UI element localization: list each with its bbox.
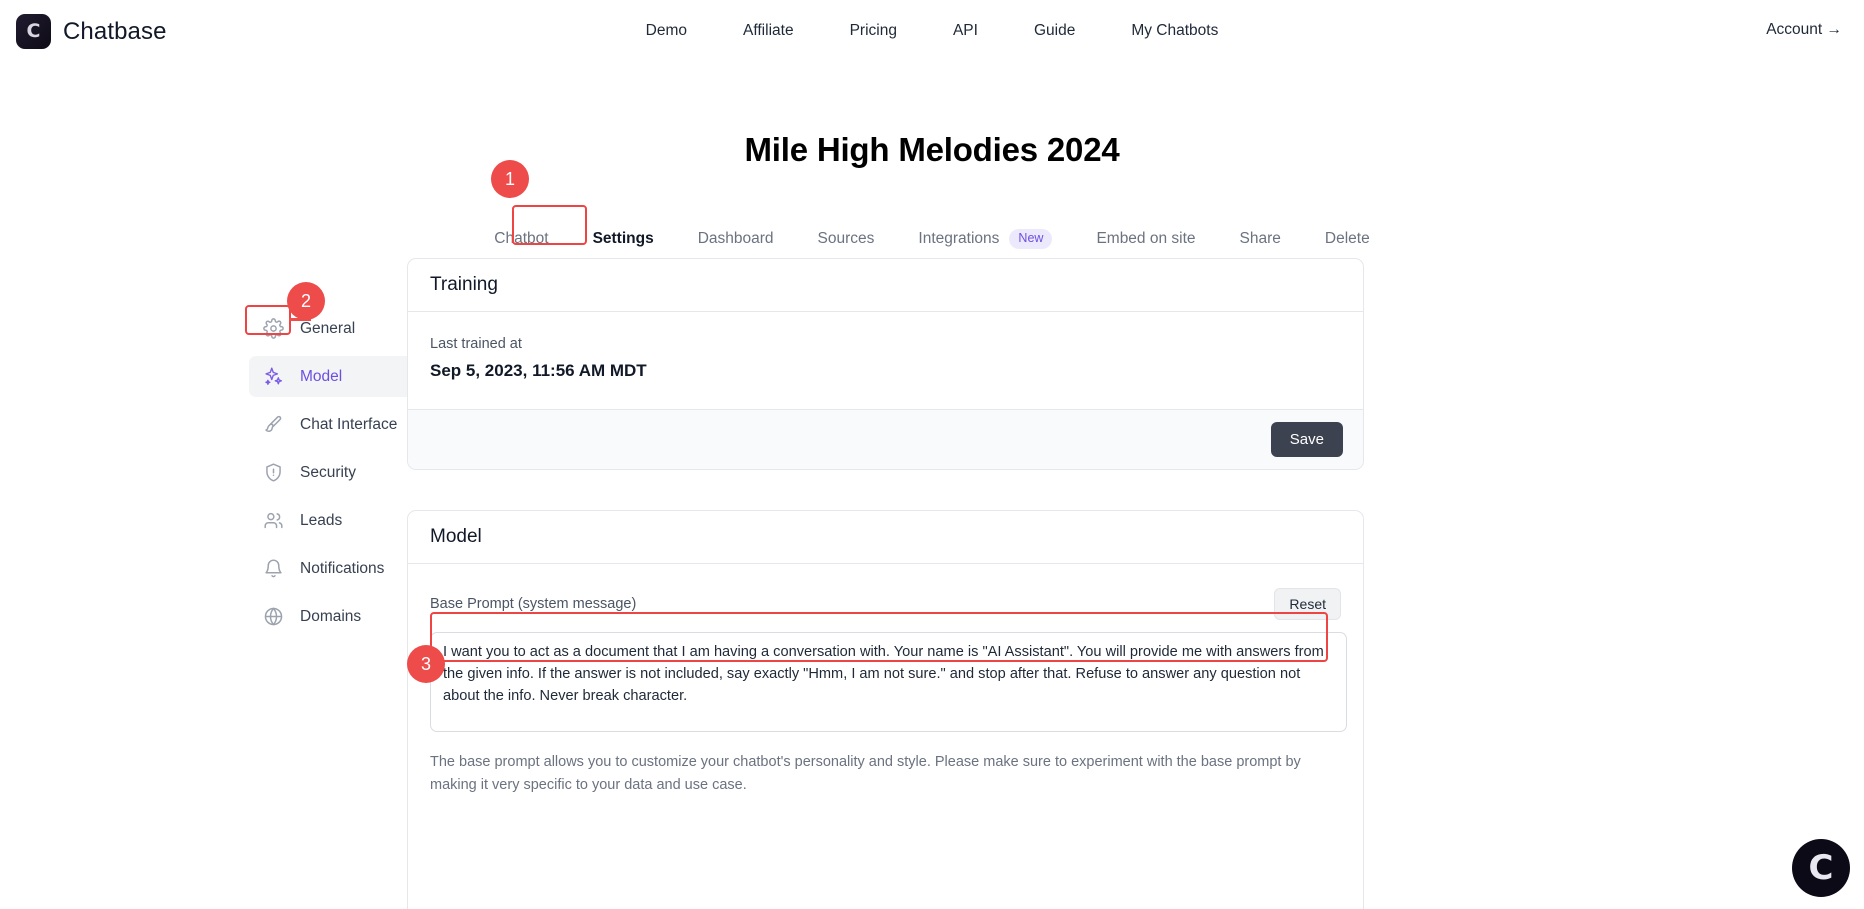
tab-settings[interactable]: Settings <box>571 226 676 261</box>
tab-sources[interactable]: Sources <box>796 226 897 252</box>
account-link[interactable]: Account → <box>1766 21 1842 39</box>
chat-widget-button[interactable]: C <box>1792 839 1850 897</box>
annotation-leg-1 <box>512 208 514 211</box>
base-prompt-textarea[interactable] <box>430 632 1347 732</box>
tab-label: Settings <box>592 229 654 247</box>
tab-label: Delete <box>1324 229 1370 247</box>
sidebar-item-label: Notifications <box>300 559 385 577</box>
tab-share[interactable]: Share <box>1218 226 1303 252</box>
top-navigation-bar: C Chatbase Demo Affiliate Pricing API Gu… <box>0 0 1864 70</box>
users-icon <box>264 512 283 529</box>
globe-icon <box>264 607 283 626</box>
sparkles-icon <box>265 367 282 385</box>
model-card-title: Model <box>408 511 1363 564</box>
tab-chatbot[interactable]: Chatbot <box>472 226 570 252</box>
nav-link-my-chatbots[interactable]: My Chatbots <box>1103 18 1246 44</box>
main-nav-links: Demo Affiliate Pricing API Guide My Chat… <box>0 18 1864 44</box>
base-prompt-header-row: Base Prompt (system message) Reset <box>430 588 1341 620</box>
nav-link-affiliate[interactable]: Affiliate <box>715 18 822 44</box>
paintbrush-icon <box>265 415 282 433</box>
training-card-footer: Save <box>408 409 1363 469</box>
sidebar-item-label: General <box>300 319 356 337</box>
sidebar-item-label: Model <box>300 367 343 385</box>
nav-link-guide[interactable]: Guide <box>1006 18 1103 44</box>
last-trained-label: Last trained at <box>430 336 522 352</box>
new-badge: New <box>1009 229 1053 249</box>
sidebar-item-label: Leads <box>300 511 343 529</box>
tab-label: Sources <box>817 229 875 247</box>
tab-label: Dashboard <box>697 229 774 247</box>
training-card: Training Last trained at Sep 5, 2023, 11… <box>407 258 1364 470</box>
model-card: Model Base Prompt (system message) Reset… <box>407 510 1364 909</box>
training-card-title: Training <box>408 259 1363 312</box>
base-prompt-help-text: The base prompt allows you to customize … <box>430 754 1301 794</box>
last-trained-value: Sep 5, 2023, 11:56 AM MDT <box>430 361 647 380</box>
tab-label: Embed on site <box>1096 229 1196 247</box>
nav-link-api[interactable]: API <box>925 18 1006 44</box>
sidebar-item-label: Security <box>300 463 356 481</box>
page-root: C Chatbase Demo Affiliate Pricing API Gu… <box>0 0 1864 909</box>
gear-icon <box>263 318 284 339</box>
shield-icon <box>266 463 281 482</box>
base-prompt-label: Base Prompt (system message) <box>430 596 637 612</box>
reset-button[interactable]: Reset <box>1274 588 1341 620</box>
tab-integrations[interactable]: Integrations New <box>896 225 1074 253</box>
nav-link-demo[interactable]: Demo <box>618 18 715 44</box>
sidebar-item-label: Domains <box>300 607 362 625</box>
chatbot-tabs: Chatbot Settings Dashboard Sources Integ… <box>0 225 1864 261</box>
bell-icon <box>265 559 282 578</box>
save-button[interactable]: Save <box>1270 422 1343 457</box>
nav-link-pricing[interactable]: Pricing <box>822 18 925 44</box>
tab-dashboard[interactable]: Dashboard <box>676 226 796 252</box>
tab-label: Chatbot <box>494 229 549 247</box>
tab-delete[interactable]: Delete <box>1303 226 1392 252</box>
training-card-body: Last trained at Sep 5, 2023, 11:56 AM MD… <box>408 312 1363 381</box>
page-title: Mile High Melodies 2024 <box>744 131 1120 168</box>
tab-label: Share <box>1239 229 1281 247</box>
tab-embed-on-site[interactable]: Embed on site <box>1074 226 1217 252</box>
tab-label: Integrations <box>918 229 1000 247</box>
model-card-body: Base Prompt (system message) Reset The b… <box>408 564 1363 797</box>
sidebar-item-label: Chat Interface <box>300 415 398 433</box>
